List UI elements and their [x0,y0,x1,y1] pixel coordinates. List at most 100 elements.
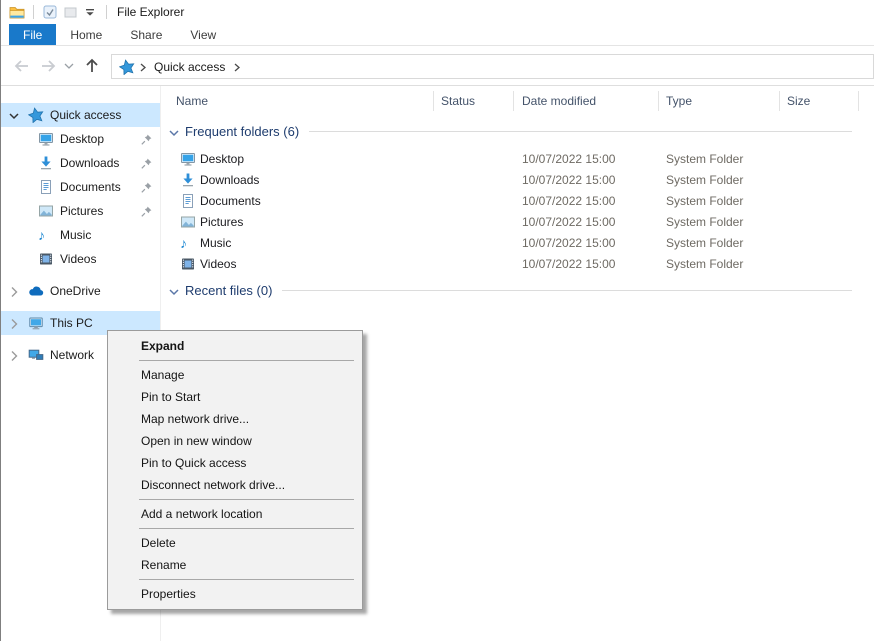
file-date-modified: 10/07/2022 15:00 [522,194,615,208]
group-collapse-chevron-icon[interactable] [166,125,179,138]
tab-share[interactable]: Share [116,24,176,45]
sidebar-item-documents[interactable]: Documents [1,175,160,199]
column-header-type[interactable]: Type [666,94,692,108]
chevron-down-icon[interactable] [6,108,20,122]
sidebar-item-pictures[interactable]: Pictures [1,199,160,223]
recent-locations-dropdown[interactable] [62,54,76,78]
menu-item-pin-to-start[interactable]: Pin to Start [108,386,362,408]
onedrive-cloud-icon [28,283,44,299]
sidebar-item-label: This PC [50,316,93,330]
sidebar-item-label: Documents [60,180,121,194]
quick-access-star-icon [28,107,44,123]
sidebar-gap [1,271,160,279]
desktop-icon [180,151,196,167]
sidebar-item-label: Downloads [60,156,119,170]
sidebar-item-label: Pictures [60,204,103,218]
file-row-pictures[interactable]: Pictures 10/07/2022 15:00 System Folder [161,212,874,233]
menu-item-properties[interactable]: Properties [108,583,362,605]
chevron-right-icon[interactable] [6,316,20,330]
group-header-recent-files[interactable]: Recent files (0) [161,281,874,300]
group-header-label: Recent files (0) [185,283,272,298]
window-title: File Explorer [117,5,184,19]
column-divider[interactable] [858,91,859,111]
sidebar-gap [1,303,160,311]
file-date-modified: 10/07/2022 15:00 [522,152,615,166]
address-bar[interactable]: Quick access [111,54,874,79]
column-divider[interactable] [433,91,434,111]
menu-separator [139,528,354,529]
group-collapse-chevron-icon[interactable] [166,284,179,297]
tab-view[interactable]: View [176,24,230,45]
chevron-right-icon[interactable] [6,284,20,298]
column-divider[interactable] [513,91,514,111]
column-divider[interactable] [779,91,780,111]
file-name: Videos [200,257,236,271]
menu-item-open-in-new-window[interactable]: Open in new window [108,430,362,452]
qat-customize-dropdown[interactable] [80,2,100,22]
pin-icon[interactable] [140,181,153,194]
file-row-music[interactable]: ♪ Music 10/07/2022 15:00 System Folder [161,233,874,254]
sidebar-item-music[interactable]: ♪ Music [1,223,160,247]
sidebar-item-videos[interactable]: Videos [1,247,160,271]
chevron-right-icon[interactable] [6,348,20,362]
file-explorer-window: File Explorer File Home Share View Quick… [0,0,874,641]
breadcrumb-chevron-icon[interactable] [231,61,242,73]
column-header-size[interactable]: Size [787,94,810,108]
frequent-folders-list: Desktop 10/07/2022 15:00 System Folder D… [161,149,874,275]
pin-icon[interactable] [140,133,153,146]
breadcrumb-location[interactable]: Quick access [154,60,225,74]
pin-icon[interactable] [140,157,153,170]
group-header-frequent-folders[interactable]: Frequent folders (6) [161,122,874,141]
file-row-documents[interactable]: Documents 10/07/2022 15:00 System Folder [161,191,874,212]
menu-item-pin-to-quick-access[interactable]: Pin to Quick access [108,452,362,474]
group-header-rule [309,131,852,132]
pin-icon[interactable] [140,205,153,218]
back-button[interactable] [11,54,33,78]
qat-properties-button[interactable] [40,2,60,22]
navigation-bar: Quick access [1,46,874,86]
qat-new-folder-button[interactable] [60,2,80,22]
sidebar-item-label: Quick access [50,108,121,122]
menu-item-expand[interactable]: Expand [108,335,362,357]
downloads-icon [38,155,54,171]
menu-item-add-network-location[interactable]: Add a network location [108,503,362,525]
file-type: System Folder [666,236,743,250]
column-divider[interactable] [658,91,659,111]
videos-icon [38,251,54,267]
titlebar-separator [33,5,34,19]
menu-separator [139,360,354,361]
file-name: Music [200,236,231,250]
sidebar-item-label: OneDrive [50,284,101,298]
file-row-videos[interactable]: Videos 10/07/2022 15:00 System Folder [161,254,874,275]
menu-separator [139,499,354,500]
sidebar-item-quick-access[interactable]: Quick access [1,103,160,127]
file-row-desktop[interactable]: Desktop 10/07/2022 15:00 System Folder [161,149,874,170]
sidebar-item-desktop[interactable]: Desktop [1,127,160,151]
sidebar-item-label: Network [50,348,94,362]
breadcrumb-chevron-icon[interactable] [137,61,148,73]
this-pc-icon [28,315,44,331]
menu-item-delete[interactable]: Delete [108,532,362,554]
menu-item-map-network-drive[interactable]: Map network drive... [108,408,362,430]
file-type: System Folder [666,173,743,187]
menu-item-manage[interactable]: Manage [108,364,362,386]
desktop-icon [38,131,54,147]
forward-button[interactable] [37,54,59,78]
sidebar-item-onedrive[interactable]: OneDrive [1,279,160,303]
file-row-downloads[interactable]: Downloads 10/07/2022 15:00 System Folder [161,170,874,191]
tab-file[interactable]: File [9,24,56,45]
file-name: Downloads [200,173,259,187]
file-name: Documents [200,194,261,208]
column-header-date-modified[interactable]: Date modified [522,94,596,108]
documents-icon [38,179,54,195]
column-header-name[interactable]: Name [176,94,208,108]
menu-item-rename[interactable]: Rename [108,554,362,576]
sidebar-item-label: Desktop [60,132,104,146]
file-date-modified: 10/07/2022 15:00 [522,215,615,229]
menu-item-disconnect-network-drive[interactable]: Disconnect network drive... [108,474,362,496]
group-header-label: Frequent folders (6) [185,124,299,139]
up-button[interactable] [81,54,103,78]
tab-home[interactable]: Home [56,24,116,45]
column-header-status[interactable]: Status [441,94,475,108]
sidebar-item-downloads[interactable]: Downloads [1,151,160,175]
